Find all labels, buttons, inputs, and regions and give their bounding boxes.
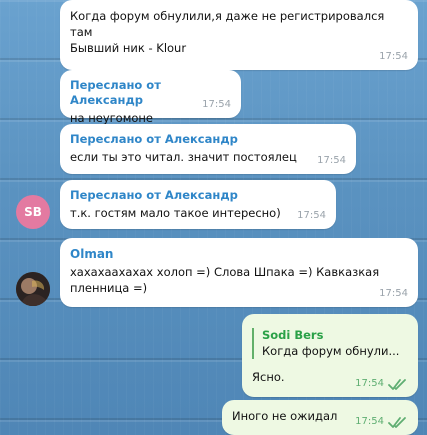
message-time: 17:54 [379,288,408,299]
message-text-line: Бывший ник - Klour [70,41,187,55]
forwarded-from-link[interactable]: Переслано от Александр [70,132,346,147]
message-text-line: там [70,25,93,39]
message-bubble[interactable]: Olman хахахаахахах холоп =) Слова Шпака … [60,238,418,307]
message-bubble[interactable]: Переслано от Александр на неугомоне 17:5… [60,70,241,125]
avatar[interactable]: SB [16,195,50,229]
message-time: 17:54 [355,378,384,389]
message-text-line: Когда форум обнулили,я даже не регистрир… [70,9,385,23]
message-text: Ясно. [252,370,285,384]
forwarded-from-link[interactable]: Переслано от Александр [70,188,326,203]
avatar-initials: SB [24,205,42,219]
message-text: т.к. гостям мало такое интересно) [70,206,281,220]
read-double-check-icon [388,417,406,428]
message-text: если ты это читал. значит постоялец [70,150,297,164]
message-time: 17:54 [297,210,326,221]
avatar[interactable] [16,272,50,306]
message-text-line: пленница =) [70,281,148,295]
message-bubble[interactable]: Иного не ожидал 17:54 [222,400,418,435]
message-time: 17:54 [202,99,231,110]
message-bubble[interactable]: Переслано от Александр т.к. гостям мало … [60,180,336,229]
message-time: 17:54 [317,155,346,166]
sender-name[interactable]: Olman [70,246,408,262]
message-time: 17:54 [379,51,408,62]
reply-sender-name: Sodi Bers [262,328,324,342]
message-bubble[interactable]: Когда форум обнулили,я даже не регистрир… [60,0,418,70]
message-text-line: хахахаахахах холоп =) Слова Шпака =) Кав… [70,265,380,279]
message-bubble[interactable]: Sodi Bers Когда форум обнули... Ясно. 17… [242,314,418,397]
reply-quote[interactable]: Sodi Bers Когда форум обнули... [252,328,408,359]
reply-preview-text: Когда форум обнули... [262,344,400,358]
message-bubble[interactable]: Переслано от Александр если ты это читал… [60,124,356,174]
user-photo-icon [16,272,50,306]
message-time: 17:54 [355,416,384,427]
read-double-check-icon [388,379,406,390]
